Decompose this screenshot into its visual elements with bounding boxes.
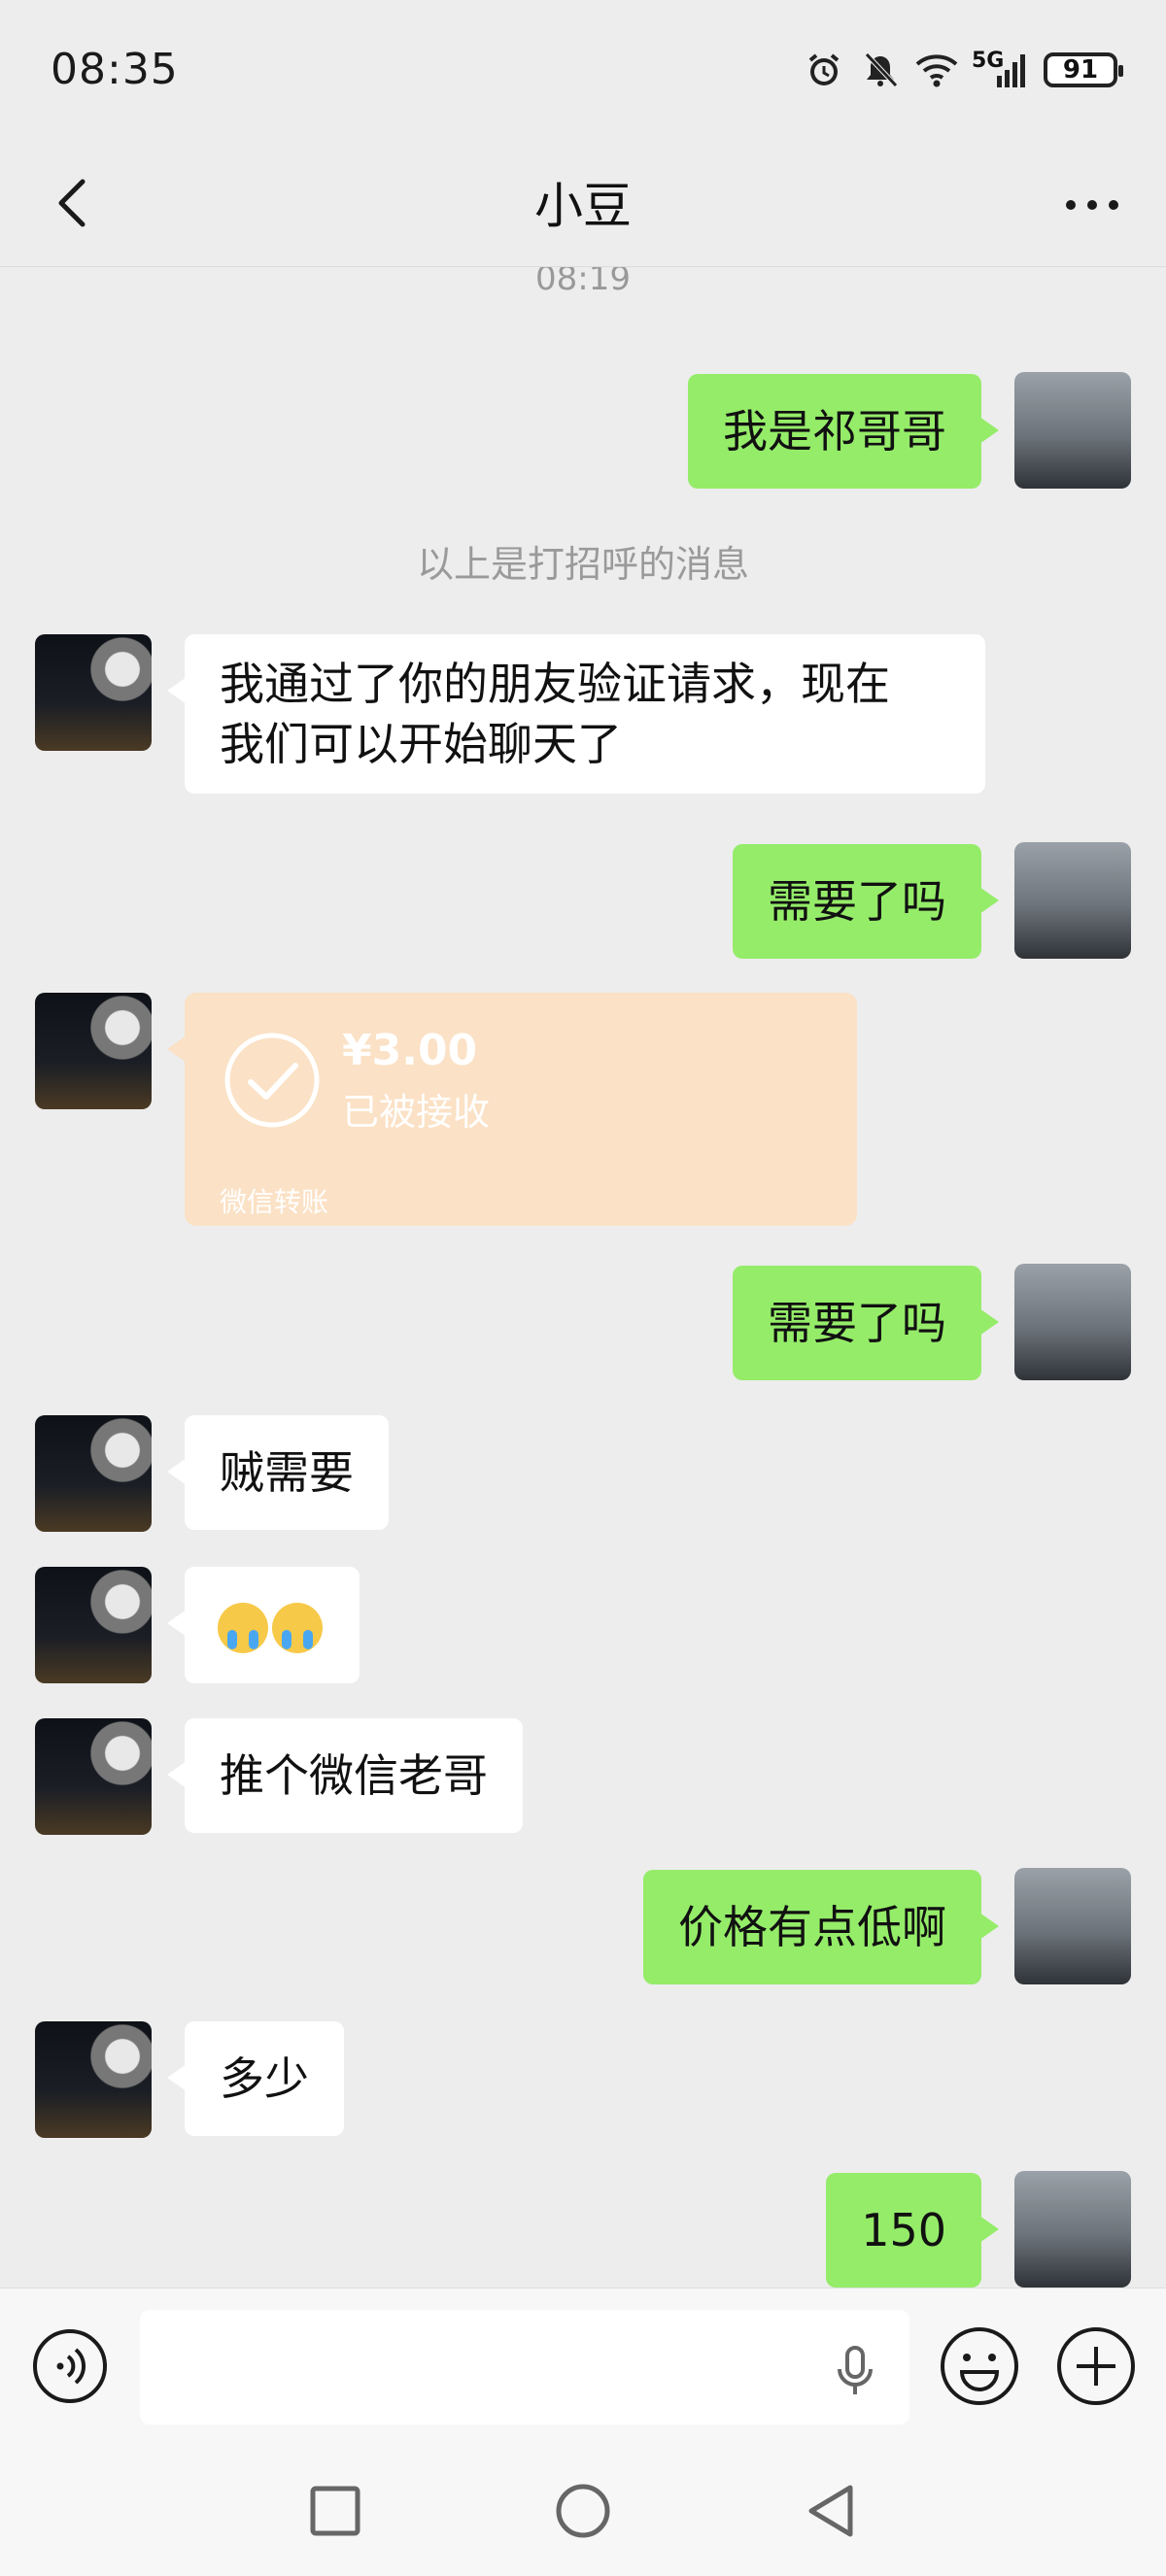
message-bubble-sent[interactable]: 价格有点低啊	[643, 1870, 999, 1984]
plus-circle-icon	[1057, 2327, 1135, 2405]
smiley-icon	[941, 2327, 1018, 2405]
status-time: 08:35	[51, 45, 179, 94]
chat-message-list[interactable]: 08:19 我是祁哥哥 以上是打招呼的消息 我通过了你的朋友验证请求，现在 我们…	[0, 267, 1166, 2288]
more-options-button[interactable]	[1053, 171, 1131, 239]
system-navigation-bar	[0, 2443, 1166, 2576]
signal-icon: 5G	[972, 49, 1030, 91]
chat-title: 小豆	[534, 178, 632, 234]
mute-bell-icon	[859, 49, 902, 91]
system-message: 以上是打招呼的消息	[416, 543, 749, 586]
transfer-status: 已被接收	[342, 1091, 491, 1134]
message-text-line: 我们可以开始聊天了	[220, 718, 622, 770]
message-bubble-received[interactable]	[167, 1567, 360, 1683]
message-bubble-sent[interactable]: 150	[826, 2173, 999, 2288]
contact-avatar[interactable]	[35, 1567, 152, 1683]
message-text-line: 我通过了你的朋友验证请求，现在	[220, 658, 890, 710]
more-actions-button[interactable]	[1055, 2325, 1137, 2407]
message-bubble-sent[interactable]: 我是祁哥哥	[688, 374, 999, 489]
circle-icon	[556, 2484, 610, 2538]
microphone-icon[interactable]	[826, 2342, 884, 2400]
transfer-label: 微信转账	[220, 1186, 329, 1218]
message-bubble-received[interactable]: 我通过了你的朋友验证请求，现在 我们可以开始聊天了	[167, 634, 985, 794]
my-avatar[interactable]	[1014, 1264, 1131, 1380]
back-nav-button[interactable]	[792, 2472, 870, 2550]
message-text-input[interactable]	[140, 2310, 909, 2424]
check-circle-icon	[224, 1033, 320, 1128]
status-bar: 08:35 5G 91	[0, 0, 1166, 146]
contact-avatar[interactable]	[35, 1718, 152, 1835]
triangle-back-icon	[808, 2485, 853, 2537]
message-timestamp: 08:19	[535, 267, 631, 298]
message-bubble-received[interactable]: 推个微信老哥	[167, 1718, 523, 1833]
my-avatar[interactable]	[1014, 1868, 1131, 1984]
message-bubble-received[interactable]: 贼需要	[167, 1415, 389, 1530]
message-bubble-sent[interactable]: 需要了吗	[733, 844, 999, 959]
crying-face-emoji	[218, 1602, 268, 1653]
contact-avatar[interactable]	[35, 634, 152, 751]
message-input-bar	[0, 2288, 1166, 2444]
network-type: 5G	[972, 49, 1005, 73]
my-avatar[interactable]	[1014, 372, 1131, 489]
more-dots-icon	[1066, 200, 1118, 210]
contact-avatar[interactable]	[35, 993, 152, 1109]
emoji-button[interactable]	[939, 2325, 1020, 2407]
home-button[interactable]	[544, 2472, 622, 2550]
battery-indicator: 91	[1044, 52, 1123, 87]
chat-header: 小豆	[0, 146, 1166, 267]
alarm-icon	[803, 49, 845, 91]
my-avatar[interactable]	[1014, 842, 1131, 959]
wifi-icon	[915, 49, 958, 91]
transfer-amount: ¥3.00	[342, 1026, 478, 1075]
transfer-card[interactable]: ¥3.00 已被接收 微信转账	[167, 993, 857, 1226]
status-icons: 5G 91	[803, 49, 1123, 91]
square-icon	[310, 2486, 360, 2536]
message-bubble-sent[interactable]: 需要了吗	[733, 1266, 999, 1380]
crying-face-emoji	[272, 1602, 323, 1653]
my-avatar[interactable]	[1014, 2171, 1131, 2288]
voice-mode-button[interactable]	[29, 2325, 111, 2407]
recent-apps-button[interactable]	[296, 2472, 374, 2550]
contact-avatar[interactable]	[35, 1415, 152, 1532]
voice-icon	[33, 2329, 107, 2403]
message-bubble-received[interactable]: 多少	[167, 2021, 344, 2136]
contact-avatar[interactable]	[35, 2021, 152, 2138]
